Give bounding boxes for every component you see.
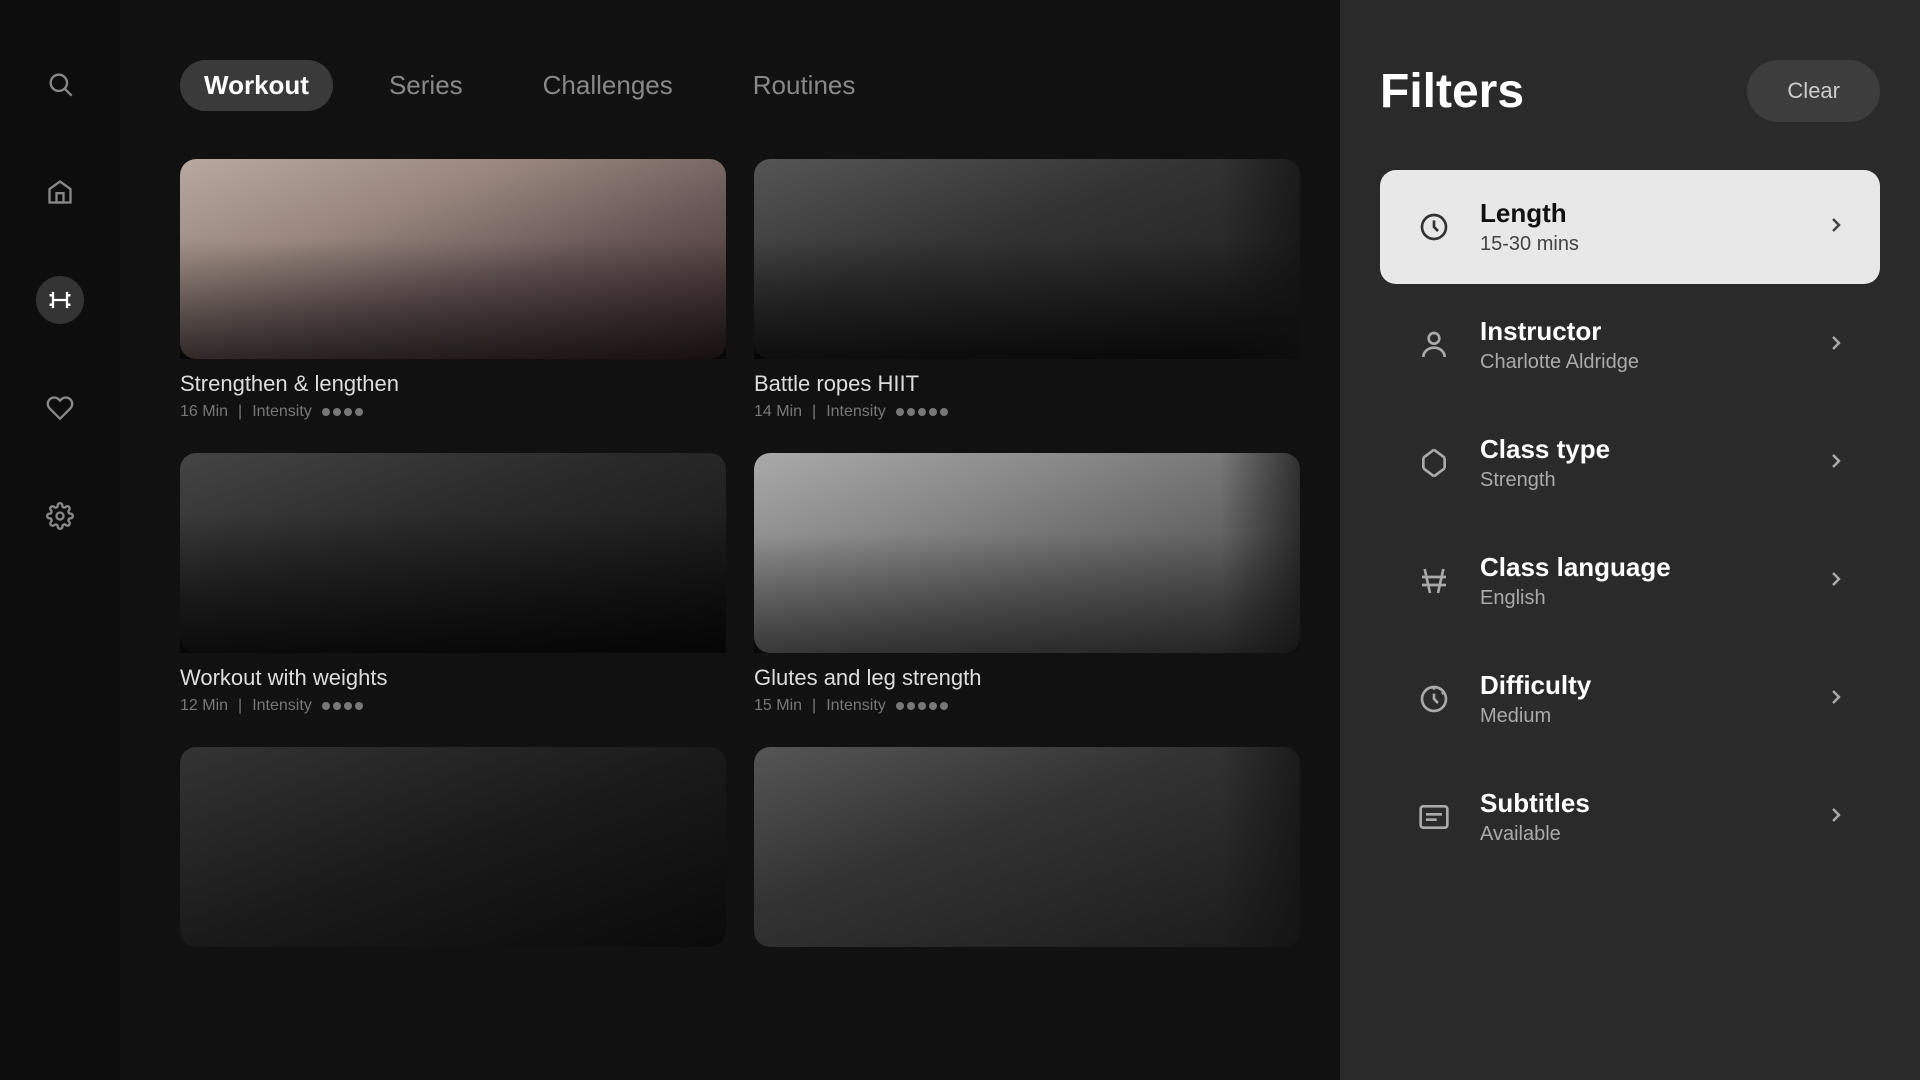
filter-difficulty-label: Difficulty bbox=[1480, 670, 1800, 701]
workout-title-2: Workout with weights bbox=[180, 665, 726, 691]
workout-card-2[interactable]: Workout with weights 12 Min | Intensity bbox=[180, 453, 726, 719]
workout-card-4[interactable] bbox=[180, 747, 726, 947]
filters-title: Filters bbox=[1380, 64, 1524, 119]
tab-series[interactable]: Series bbox=[365, 60, 487, 111]
workout-grid: Strengthen & lengthen 16 Min | Intensity bbox=[180, 159, 1300, 947]
workout-meta-2: 12 Min | Intensity bbox=[180, 697, 726, 715]
filter-language-label: Class language bbox=[1480, 552, 1800, 583]
filter-length-label: Length bbox=[1480, 198, 1800, 229]
settings-icon[interactable] bbox=[36, 492, 84, 540]
chevron-right-icon-class-type bbox=[1824, 449, 1848, 478]
filter-length-value: 15-30 mins bbox=[1480, 233, 1800, 256]
person-icon bbox=[1412, 323, 1456, 367]
workout-card-1[interactable]: Battle ropes HIIT 14 Min | Intensity bbox=[754, 159, 1300, 425]
filter-subtitles[interactable]: Subtitles Available bbox=[1380, 760, 1880, 874]
filter-class-type[interactable]: Class type Strength bbox=[1380, 406, 1880, 520]
filter-difficulty[interactable]: Difficulty Medium bbox=[1380, 642, 1880, 756]
tab-routines[interactable]: Routines bbox=[729, 60, 880, 111]
chevron-right-icon-subtitles bbox=[1824, 803, 1848, 832]
search-icon[interactable] bbox=[36, 60, 84, 108]
filter-subtitles-value: Available bbox=[1480, 823, 1800, 846]
filter-instructor[interactable]: Instructor Charlotte Aldridge bbox=[1380, 288, 1880, 402]
tab-challenges[interactable]: Challenges bbox=[519, 60, 697, 111]
filter-difficulty-value: Medium bbox=[1480, 705, 1800, 728]
heart-icon[interactable] bbox=[36, 384, 84, 432]
class-type-icon bbox=[1412, 441, 1456, 485]
filters-panel: Filters Clear Length 15-30 mins bbox=[1340, 0, 1920, 1080]
chevron-right-icon-language bbox=[1824, 567, 1848, 596]
filter-class-type-value: Strength bbox=[1480, 469, 1800, 492]
filter-length[interactable]: Length 15-30 mins bbox=[1380, 170, 1880, 284]
difficulty-icon bbox=[1412, 677, 1456, 721]
workout-title-0: Strengthen & lengthen bbox=[180, 371, 726, 397]
tab-workout[interactable]: Workout bbox=[180, 60, 333, 111]
filter-language-value: English bbox=[1480, 587, 1800, 610]
filter-instructor-label: Instructor bbox=[1480, 316, 1800, 347]
sidebar bbox=[0, 0, 120, 1080]
main-content: Workout Series Challenges Routines Stren… bbox=[120, 0, 1340, 1080]
workout-meta-1: 14 Min | Intensity bbox=[754, 403, 1300, 421]
workout-card-0[interactable]: Strengthen & lengthen 16 Min | Intensity bbox=[180, 159, 726, 425]
filter-class-language[interactable]: Class language English bbox=[1380, 524, 1880, 638]
workout-title-1: Battle ropes HIIT bbox=[754, 371, 1300, 397]
language-icon bbox=[1412, 559, 1456, 603]
clear-button[interactable]: Clear bbox=[1747, 60, 1880, 122]
subtitles-icon bbox=[1412, 795, 1456, 839]
workout-meta-0: 16 Min | Intensity bbox=[180, 403, 726, 421]
home-icon[interactable] bbox=[36, 168, 84, 216]
chevron-right-icon-instructor bbox=[1824, 331, 1848, 360]
filter-instructor-value: Charlotte Aldridge bbox=[1480, 351, 1800, 374]
clock-icon bbox=[1412, 205, 1456, 249]
workout-icon[interactable] bbox=[36, 276, 84, 324]
filter-class-type-label: Class type bbox=[1480, 434, 1800, 465]
chevron-right-icon-difficulty bbox=[1824, 685, 1848, 714]
filter-subtitles-label: Subtitles bbox=[1480, 788, 1800, 819]
workout-card-5[interactable] bbox=[754, 747, 1300, 947]
workout-card-3[interactable]: Glutes and leg strength 15 Min | Intensi… bbox=[754, 453, 1300, 719]
workout-title-3: Glutes and leg strength bbox=[754, 665, 1300, 691]
tab-bar: Workout Series Challenges Routines bbox=[180, 60, 1300, 111]
workout-meta-3: 15 Min | Intensity bbox=[754, 697, 1300, 715]
chevron-right-icon-length bbox=[1824, 213, 1848, 242]
filters-header: Filters Clear bbox=[1380, 60, 1880, 122]
